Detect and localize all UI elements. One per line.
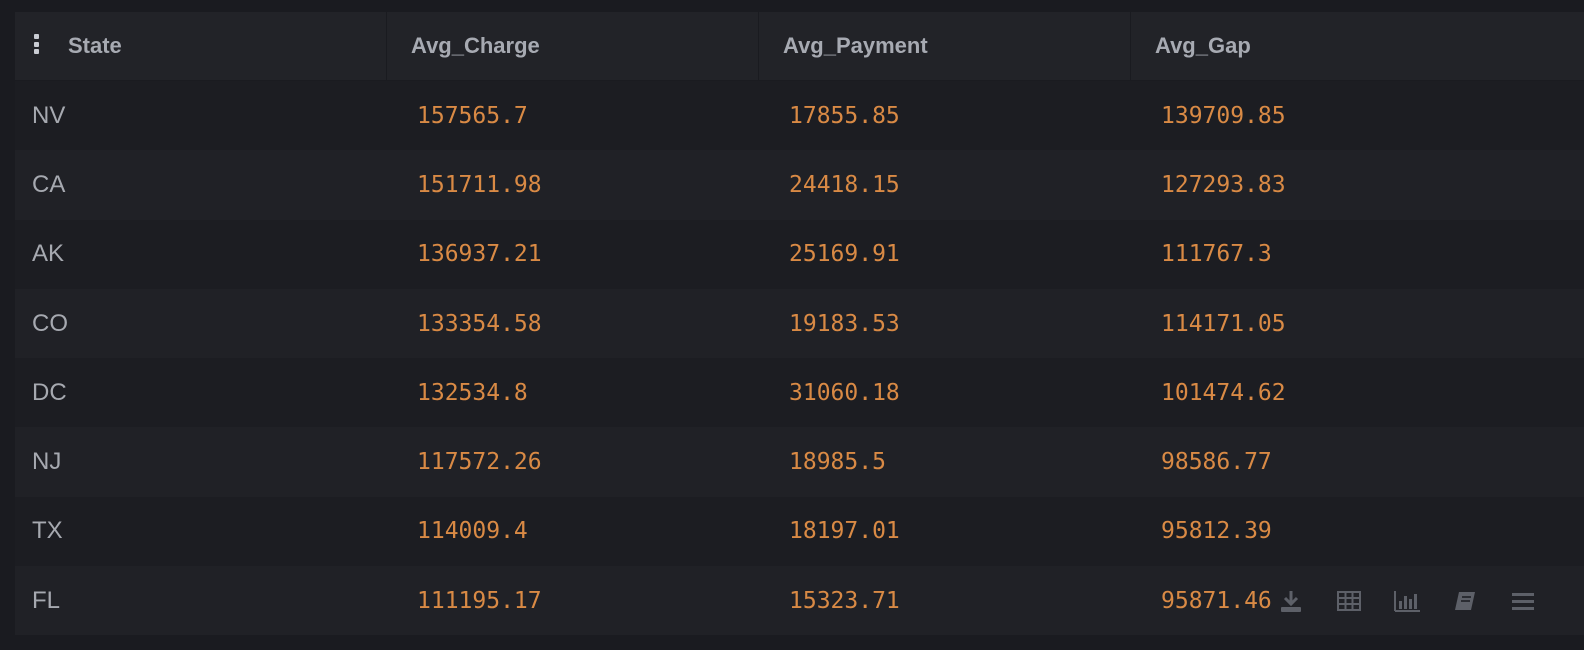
table-view-button[interactable] (1320, 573, 1378, 629)
avg-gap-cell: 111767.3 (1161, 241, 1272, 268)
avg-charge-cell: 132534.8 (417, 379, 528, 406)
column-header-avg-payment[interactable]: Avg_Payment (759, 12, 1131, 80)
table-view-icon (1337, 591, 1361, 611)
state-cell: FL (32, 586, 61, 614)
table-row: TX 114009.4 18197.01 95812.39 (15, 496, 1584, 567)
avg-payment-cell: 24418.15 (789, 171, 900, 198)
table-row: CO 133354.58 19183.53 114171.05 (15, 288, 1584, 359)
results-panel: State Avg_Charge Avg_Payment Avg_Gap NV … (0, 0, 1584, 650)
state-cell: CO (32, 309, 68, 337)
download-icon (1281, 591, 1301, 612)
table-row: AK 136937.21 25169.91 111767.3 (15, 219, 1584, 289)
avg-payment-cell: 17855.85 (789, 102, 900, 129)
menu-icon (1512, 593, 1534, 610)
avg-charge-cell: 157565.7 (417, 102, 528, 129)
avg-charge-cell: 133354.58 (417, 310, 542, 337)
avg-charge-cell: 136937.21 (417, 241, 542, 268)
state-cell: TX (32, 517, 63, 545)
avg-charge-cell: 111195.17 (417, 587, 542, 614)
menu-button[interactable] (1494, 573, 1552, 629)
column-header-state[interactable]: State (15, 12, 387, 80)
avg-gap-cell: 98586.77 (1161, 449, 1272, 476)
avg-gap-cell: 127293.83 (1161, 171, 1286, 198)
table-row: CA 151711.98 24418.15 127293.83 (15, 150, 1584, 220)
column-header-avg-gap[interactable]: Avg_Gap (1131, 12, 1584, 80)
table-header: State Avg_Charge Avg_Payment Avg_Gap (15, 12, 1584, 81)
table-row: DC 132534.8 31060.18 101474.62 (15, 358, 1584, 428)
avg-payment-cell: 15323.71 (789, 587, 900, 614)
column-header-label: State (68, 33, 122, 58)
avg-payment-cell: 18197.01 (789, 518, 900, 545)
state-cell: NJ (32, 448, 62, 476)
column-header-label: Avg_Payment (783, 33, 928, 58)
column-header-label: Avg_Gap (1155, 33, 1251, 58)
avg-payment-cell: 31060.18 (789, 379, 900, 406)
chart-view-icon (1394, 591, 1420, 612)
results-table: State Avg_Charge Avg_Payment Avg_Gap NV … (15, 12, 1584, 636)
avg-gap-cell: 114171.05 (1161, 310, 1286, 337)
table-row: NV 157565.7 17855.85 139709.85 (15, 81, 1584, 151)
avg-charge-cell: 117572.26 (417, 449, 542, 476)
result-toolbar (1262, 573, 1552, 629)
avg-charge-cell: 151711.98 (417, 171, 542, 198)
avg-payment-cell: 18985.5 (789, 449, 886, 476)
column-header-avg-charge[interactable]: Avg_Charge (387, 12, 759, 80)
chart-view-button[interactable] (1378, 573, 1436, 629)
notebook-icon (1455, 592, 1475, 610)
state-cell: DC (32, 378, 67, 406)
download-button[interactable] (1262, 573, 1320, 629)
avg-payment-cell: 19183.53 (789, 310, 900, 337)
state-cell: CA (32, 170, 66, 198)
notebook-button[interactable] (1436, 573, 1494, 629)
column-menu-icon[interactable] (33, 34, 39, 54)
avg-gap-cell: 101474.62 (1161, 379, 1286, 406)
table-row: NJ 117572.26 18985.5 98586.77 (15, 427, 1584, 497)
avg-gap-cell: 95812.39 (1161, 518, 1272, 545)
avg-charge-cell: 114009.4 (417, 518, 528, 545)
state-cell: NV (32, 101, 66, 129)
avg-gap-cell: 139709.85 (1161, 102, 1286, 129)
column-header-label: Avg_Charge (411, 33, 540, 58)
avg-payment-cell: 25169.91 (789, 241, 900, 268)
state-cell: AK (32, 240, 65, 268)
